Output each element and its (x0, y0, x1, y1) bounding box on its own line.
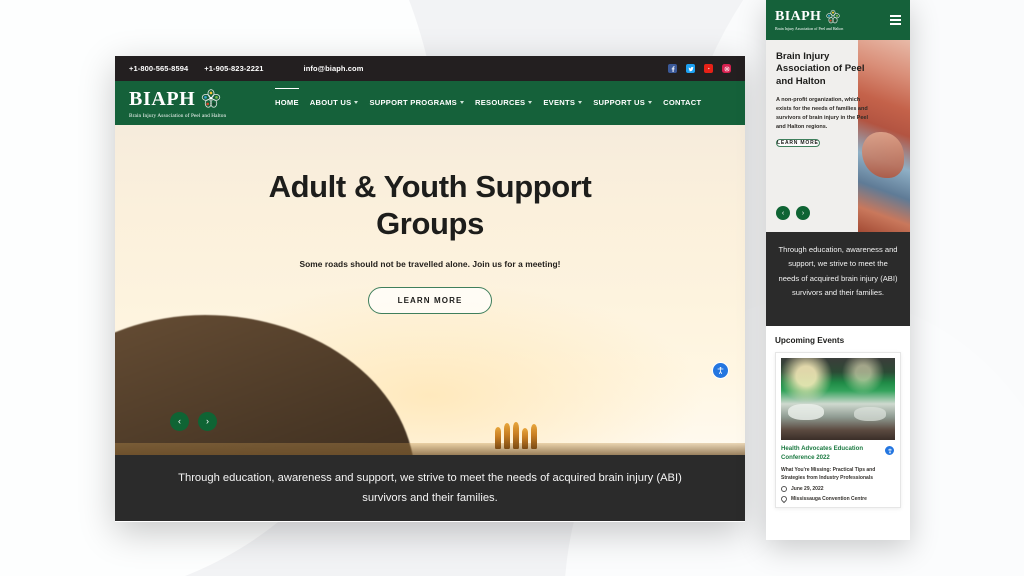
nav-label: RESOURCES (474, 97, 526, 107)
mobile-carousel-prev-button[interactable]: ‹ (776, 206, 790, 220)
youtube-icon[interactable] (704, 64, 713, 73)
mobile-website-preview: BIAPH Brain Injury Association of Peel a… (766, 0, 910, 540)
mobile-learn-more-button[interactable]: LEARN MORE (776, 139, 820, 148)
mobile-hero: Brain Injury Association of Peel and Hal… (766, 40, 910, 232)
logo-tagline: Brain Injury Association of Peel and Hal… (129, 112, 227, 119)
mobile-logo-text: BIAPH (775, 9, 822, 24)
upcoming-events-heading: Upcoming Events (775, 336, 845, 345)
email-address[interactable]: info@biaph.com (304, 64, 364, 73)
dune-background (115, 315, 415, 455)
mobile-carousel-controls: ‹ › (776, 206, 810, 220)
logo-text: BIAPH (129, 87, 196, 110)
nav-item-resources[interactable]: RESOURCES (474, 94, 533, 111)
accessibility-widget-button[interactable] (712, 362, 729, 379)
event-description: What You're Missing: Practical Tips and … (781, 467, 876, 482)
clock-icon (781, 486, 787, 493)
nav-label: ABOUT US (309, 97, 352, 107)
nav-label: SUPPORT PROGRAMS (369, 97, 457, 107)
hero-learn-more-button[interactable]: LEARN MORE (368, 287, 492, 315)
silhouette-figures (495, 422, 537, 449)
nav-label: SUPPORT US (593, 97, 646, 107)
mobile-mission-statement-band: Through education, awareness and support… (766, 232, 910, 326)
carousel-next-button[interactable]: › (198, 412, 217, 431)
hamburger-icon[interactable] (890, 15, 901, 25)
flower-logo-icon (826, 9, 841, 24)
mobile-accessibility-widget-button[interactable] (884, 445, 895, 456)
event-title[interactable]: Health Advocates Education Conference 20… (781, 445, 895, 462)
accessibility-person-icon (717, 366, 724, 375)
mobile-site-logo[interactable]: BIAPH Brain Injury Association of Peel a… (775, 9, 844, 32)
chevron-down-icon (459, 100, 464, 104)
event-location-row: Mississauga Convention Centre (779, 495, 895, 504)
mobile-hero-title: Brain Injury Association of Peel and Hal… (776, 51, 865, 87)
mobile-carousel-next-button[interactable]: › (796, 206, 810, 220)
event-date: June 29, 2022 (791, 486, 824, 493)
chevron-down-icon (528, 100, 533, 104)
event-photo (781, 358, 895, 440)
nav-menu: HOME ABOUT US SUPPORT PROGRAMS RESOURCES… (275, 87, 701, 113)
nav-item-support-programs[interactable]: SUPPORT PROGRAMS (369, 94, 464, 111)
twitter-icon[interactable] (686, 64, 695, 73)
chevron-down-icon (578, 100, 583, 104)
facebook-icon[interactable] (668, 64, 677, 73)
mission-statement-band: Through education, awareness and support… (115, 455, 745, 521)
desktop-website-preview: +1-800-565-8594 +1-905-823-2221 info@bia… (115, 56, 745, 522)
site-logo[interactable]: BIAPH Brain Injury Association of Peel a… (129, 88, 261, 119)
phone-number-secondary[interactable]: +1-905-823-2221 (204, 64, 263, 73)
mobile-navigation-bar: BIAPH Brain Injury Association of Peel a… (766, 0, 910, 40)
mobile-hero-body: A non-profit organization, which exists … (776, 96, 868, 130)
carousel-prev-button[interactable]: ‹ (170, 412, 189, 431)
main-navigation-bar: BIAPH Brain Injury Association of Peel a… (115, 81, 745, 125)
nav-item-about-us[interactable]: ABOUT US (310, 94, 359, 111)
location-pin-icon (779, 495, 789, 504)
instagram-icon[interactable] (722, 64, 731, 73)
chevron-down-icon (648, 100, 653, 104)
accessibility-person-icon (887, 448, 892, 453)
hero-title: Adult & Youth Support Groups (268, 169, 592, 241)
social-links (668, 64, 731, 73)
nav-item-home[interactable]: HOME (275, 87, 299, 111)
contact-topbar: +1-800-565-8594 +1-905-823-2221 info@bia… (115, 56, 745, 81)
flower-logo-icon (202, 88, 221, 108)
nav-item-contact[interactable]: CONTACT (663, 94, 701, 111)
chevron-down-icon (354, 100, 359, 104)
nav-item-events[interactable]: EVENTS (543, 94, 583, 111)
hero-carousel: Adult & Youth Support Groups Some roads … (115, 125, 745, 455)
nav-label: HOME (275, 97, 299, 107)
nav-item-support-us[interactable]: SUPPORT US (593, 94, 653, 111)
nav-label: EVENTS (543, 97, 576, 107)
carousel-controls: ‹ › (170, 412, 217, 431)
hero-ground (115, 443, 745, 455)
mobile-logo-tagline: Brain Injury Association of Peel and Hal… (775, 27, 844, 31)
event-card[interactable]: Health Advocates Education Conference 20… (775, 352, 901, 509)
hero-subtitle: Some roads should not be travelled alone… (299, 259, 561, 270)
event-date-row: June 29, 2022 (781, 486, 895, 493)
phone-number-primary[interactable]: +1-800-565-8594 (129, 64, 188, 73)
mobile-upcoming-events-section: Upcoming Events Health Advocates Educati… (766, 326, 910, 509)
nav-label: CONTACT (663, 97, 702, 107)
event-location: Mississauga Convention Centre (791, 496, 867, 503)
